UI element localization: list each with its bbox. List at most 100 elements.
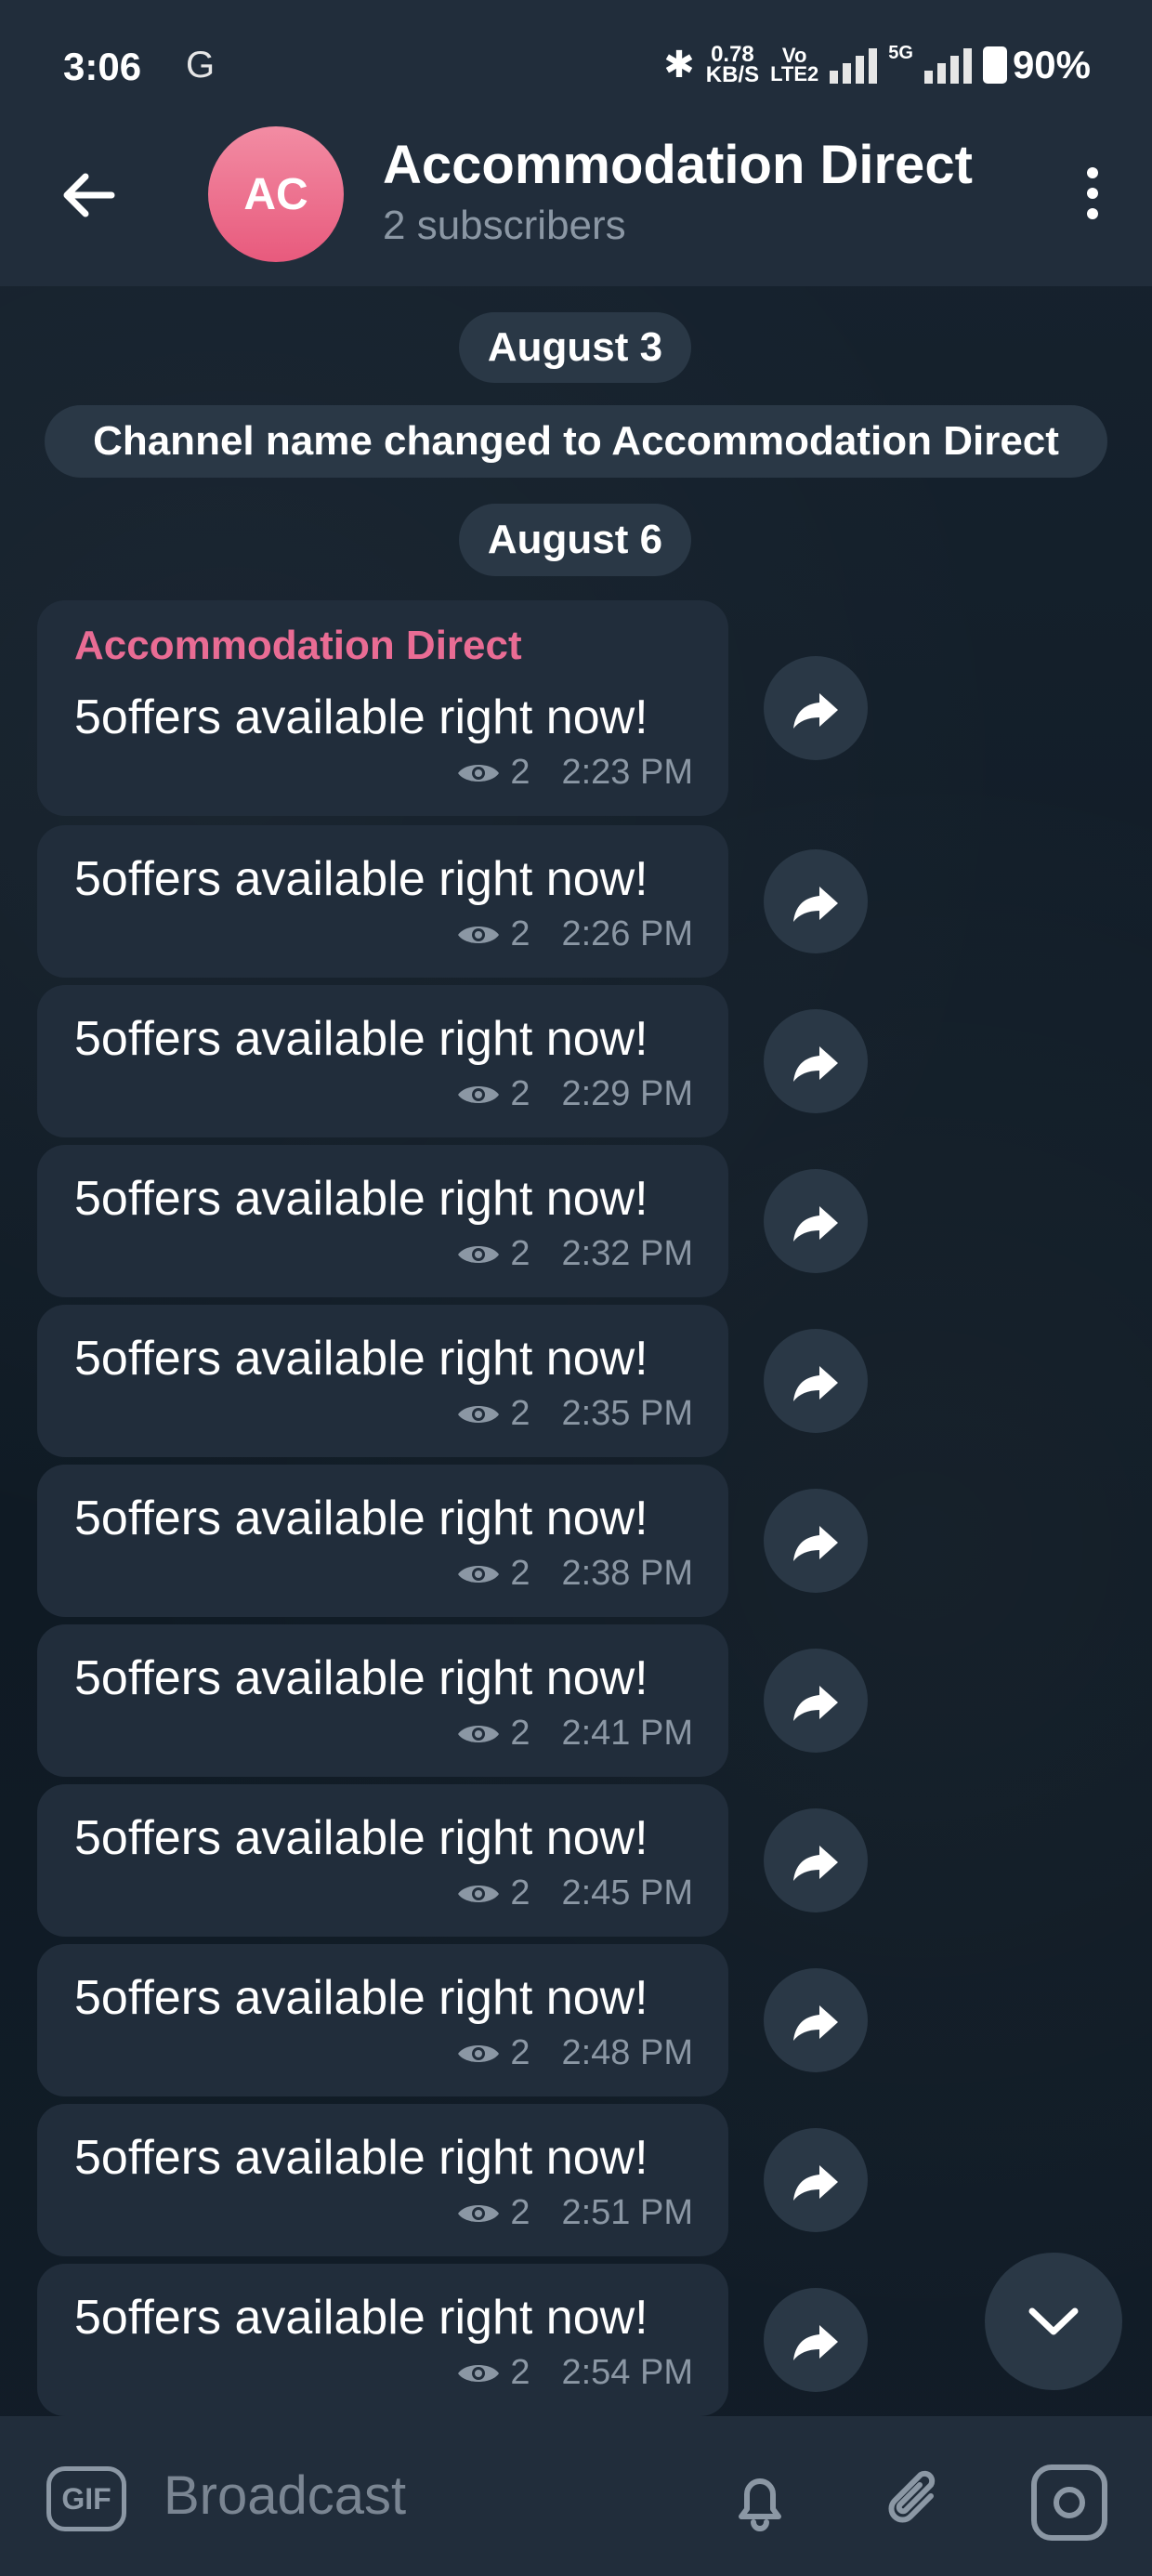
forward-button[interactable] [764, 1649, 868, 1753]
gif-button[interactable]: GIF [46, 2466, 126, 2531]
message-bubble[interactable]: 5offers available right now! 2 2:38 PM [37, 1465, 728, 1617]
signal-5g-icon [923, 46, 972, 84]
dot-icon [1087, 167, 1098, 178]
view-count: 2 [510, 1873, 530, 1912]
camera-button[interactable] [1031, 2464, 1107, 2541]
bottom-bar: GIF Broadcast [0, 2416, 1152, 2576]
view-count: 2 [510, 753, 530, 792]
message-time: 2:32 PM [561, 1234, 693, 1273]
volte-bottom: LTE2 [770, 62, 819, 85]
battery-level: 90% [1012, 43, 1091, 86]
forward-button[interactable] [764, 2288, 868, 2392]
view-count: 2 [510, 1394, 530, 1433]
forward-button[interactable] [764, 849, 868, 953]
message-author[interactable]: Accommodation Direct [74, 623, 522, 669]
message-text: 5offers available right now! [74, 1012, 648, 1066]
eye-icon [458, 926, 500, 943]
message-text: 5offers available right now! [74, 1811, 648, 1865]
message-meta: 2 2:29 PM [456, 1074, 693, 1114]
message-bubble[interactable]: 5offers available right now! 2 2:45 PM [37, 1784, 728, 1937]
message-meta: 2 2:35 PM [456, 1394, 693, 1434]
channel-title[interactable]: Accommodation Direct [383, 134, 973, 196]
share-arrow-icon [793, 2005, 838, 2041]
message-bubble[interactable]: Accommodation Direct 5offers available ri… [37, 600, 728, 816]
message-time: 2:45 PM [561, 1873, 693, 1912]
message-meta: 2 2:32 PM [456, 1234, 693, 1274]
message-meta: 2 2:26 PM [456, 914, 693, 954]
service-message: Channel name changed to Accommodation Di… [45, 405, 1107, 478]
message-bubble[interactable]: 5offers available right now! 2 2:51 PM [37, 2104, 728, 2256]
message-bubble[interactable]: 5offers available right now! 2 2:26 PM [37, 825, 728, 978]
view-count: 2 [510, 1074, 530, 1113]
share-arrow-icon [793, 1366, 838, 1401]
volte-indicator: Vo LTE2 [770, 46, 819, 85]
share-arrow-icon [793, 1206, 838, 1242]
share-arrow-icon [793, 887, 838, 922]
forward-button[interactable] [764, 1329, 868, 1433]
network-speed: 0.78 KB/S [705, 44, 760, 87]
bell-icon [739, 2478, 781, 2531]
date-chip: August 3 [459, 312, 691, 383]
status-bar: 3:06 G ✱ 0.78 KB/S Vo LTE2 5G 90% [0, 0, 1152, 139]
scroll-down-button[interactable] [985, 2253, 1122, 2390]
attach-button[interactable] [879, 2463, 953, 2537]
chat-header: AC Accommodation Direct 2 subscribers [0, 126, 1152, 286]
view-count: 2 [510, 1714, 530, 1753]
status-time: 3:06 [63, 45, 142, 88]
forward-button[interactable] [764, 656, 868, 760]
google-icon: G [186, 45, 216, 85]
share-arrow-icon [793, 1686, 838, 1721]
message-meta: 2 2:23 PM [456, 753, 693, 793]
forward-button[interactable] [764, 2128, 868, 2232]
dot-icon [1087, 188, 1098, 199]
view-count: 2 [510, 1554, 530, 1593]
forward-button[interactable] [764, 1169, 868, 1273]
forward-button[interactable] [764, 1968, 868, 2072]
message-bubble[interactable]: 5offers available right now! 2 2:48 PM [37, 1944, 728, 2096]
bluetooth-icon: ✱ [663, 45, 695, 85]
view-count: 2 [510, 2353, 530, 2392]
message-time: 2:35 PM [561, 1394, 693, 1433]
share-arrow-icon [793, 2325, 838, 2360]
back-button[interactable] [52, 158, 126, 232]
message-text: 5offers available right now! [74, 2131, 648, 2185]
message-time: 2:26 PM [561, 914, 693, 953]
message-time: 2:48 PM [561, 2033, 693, 2072]
message-meta: 2 2:38 PM [456, 1554, 693, 1594]
message-time: 2:23 PM [561, 753, 693, 792]
message-bubble[interactable]: 5offers available right now! 2 2:29 PM [37, 985, 728, 1137]
message-time: 2:54 PM [561, 2353, 693, 2392]
channel-avatar[interactable]: AC [208, 126, 344, 262]
eye-icon [458, 1245, 500, 1263]
share-arrow-icon [793, 1846, 838, 1881]
notification-bell-button[interactable] [723, 2463, 797, 2537]
share-arrow-icon [793, 1046, 838, 1082]
view-count: 2 [510, 1234, 530, 1273]
eye-icon [458, 1565, 500, 1583]
chevron-down-icon [1028, 2307, 1079, 2335]
message-text: 5offers available right now! [74, 1651, 648, 1705]
forward-button[interactable] [764, 1009, 868, 1113]
eye-icon [458, 2204, 500, 2222]
back-arrow-icon [63, 173, 115, 217]
message-bubble[interactable]: 5offers available right now! 2 2:54 PM [37, 2264, 728, 2416]
message-bubble[interactable]: 5offers available right now! 2 2:41 PM [37, 1624, 728, 1777]
eye-icon [458, 1085, 500, 1103]
view-count: 2 [510, 2033, 530, 2072]
message-text: 5offers available right now! [74, 1172, 648, 1226]
speed-unit: KB/S [705, 62, 760, 87]
broadcast-input[interactable]: Broadcast [164, 2464, 406, 2527]
more-options-button[interactable] [1074, 156, 1111, 230]
forward-button[interactable] [764, 1489, 868, 1593]
status-icons: ✱ 0.78 KB/S Vo LTE2 5G 90% [663, 43, 1091, 87]
message-meta: 2 2:54 PM [456, 2353, 693, 2393]
message-meta: 2 2:51 PM [456, 2193, 693, 2233]
message-bubble[interactable]: 5offers available right now! 2 2:32 PM [37, 1145, 728, 1297]
message-meta: 2 2:41 PM [456, 1714, 693, 1754]
message-time: 2:51 PM [561, 2193, 693, 2232]
eye-icon [458, 2364, 500, 2382]
message-meta: 2 2:48 PM [456, 2033, 693, 2073]
signal-icon [830, 46, 878, 84]
forward-button[interactable] [764, 1808, 868, 1912]
message-bubble[interactable]: 5offers available right now! 2 2:35 PM [37, 1305, 728, 1457]
